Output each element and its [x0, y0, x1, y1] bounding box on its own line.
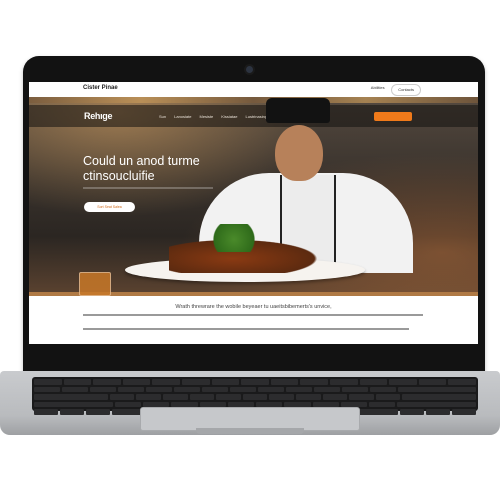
- site-brand[interactable]: Cister Pinae: [83, 85, 118, 91]
- hero-cta-pill[interactable]: [374, 112, 412, 121]
- site-logo[interactable]: Rehıge: [84, 111, 113, 121]
- screen-bezel-bottom: [29, 344, 478, 370]
- laptop-lip: [196, 428, 304, 434]
- drink-glass: [79, 272, 111, 296]
- hero-nav: Rehıge Sun Lanosiate Mesiste Kissiatae L…: [29, 105, 478, 127]
- hero-nav-item[interactable]: Mesiste: [199, 114, 213, 119]
- keyboard[interactable]: [32, 377, 478, 415]
- paragraph-line: [83, 314, 423, 316]
- hero-button[interactable]: Sort Seat Salea: [84, 202, 135, 212]
- content-section: Wrath threwrare the wobile beyeaer tu ua…: [29, 296, 478, 344]
- paragraph-line: [83, 328, 409, 330]
- key-row: [34, 386, 476, 392]
- hero-nav-item[interactable]: Lanosiate: [174, 114, 191, 119]
- contacts-button[interactable]: Contacts: [391, 84, 421, 96]
- hero-title: Could un anod turme ctinsoucluifie: [83, 154, 200, 183]
- hero-nav-item[interactable]: Kissiatae: [221, 114, 237, 119]
- chef-hat: [266, 98, 330, 123]
- hero-nav-item[interactable]: Sun: [159, 114, 166, 119]
- laptop-screen: Cister Pinae Abilities Mine Trie Contact…: [29, 82, 478, 344]
- hero-section: Rehıge Sun Lanosiate Mesiste Kissiatae L…: [29, 97, 478, 316]
- top-nav-item[interactable]: Abilities: [371, 85, 385, 90]
- salad-greens: [207, 224, 267, 252]
- webcam-icon: [246, 66, 253, 73]
- site-topbar: Cister Pinae Abilities Mine Trie Contact…: [29, 82, 478, 98]
- hero-subtitle-line: [83, 187, 213, 189]
- hero-nav-item[interactable]: Lustrinasing: [246, 114, 268, 119]
- hero-nav-links: Sun Lanosiate Mesiste Kissiatae Lustrina…: [159, 114, 267, 119]
- kitchen-lights: [29, 97, 478, 103]
- chef-face: [275, 125, 323, 181]
- section-title: Wrath threwrare the wobile beyeaer tu ua…: [175, 304, 332, 310]
- key-row: [34, 379, 476, 385]
- key-row: [34, 394, 477, 400]
